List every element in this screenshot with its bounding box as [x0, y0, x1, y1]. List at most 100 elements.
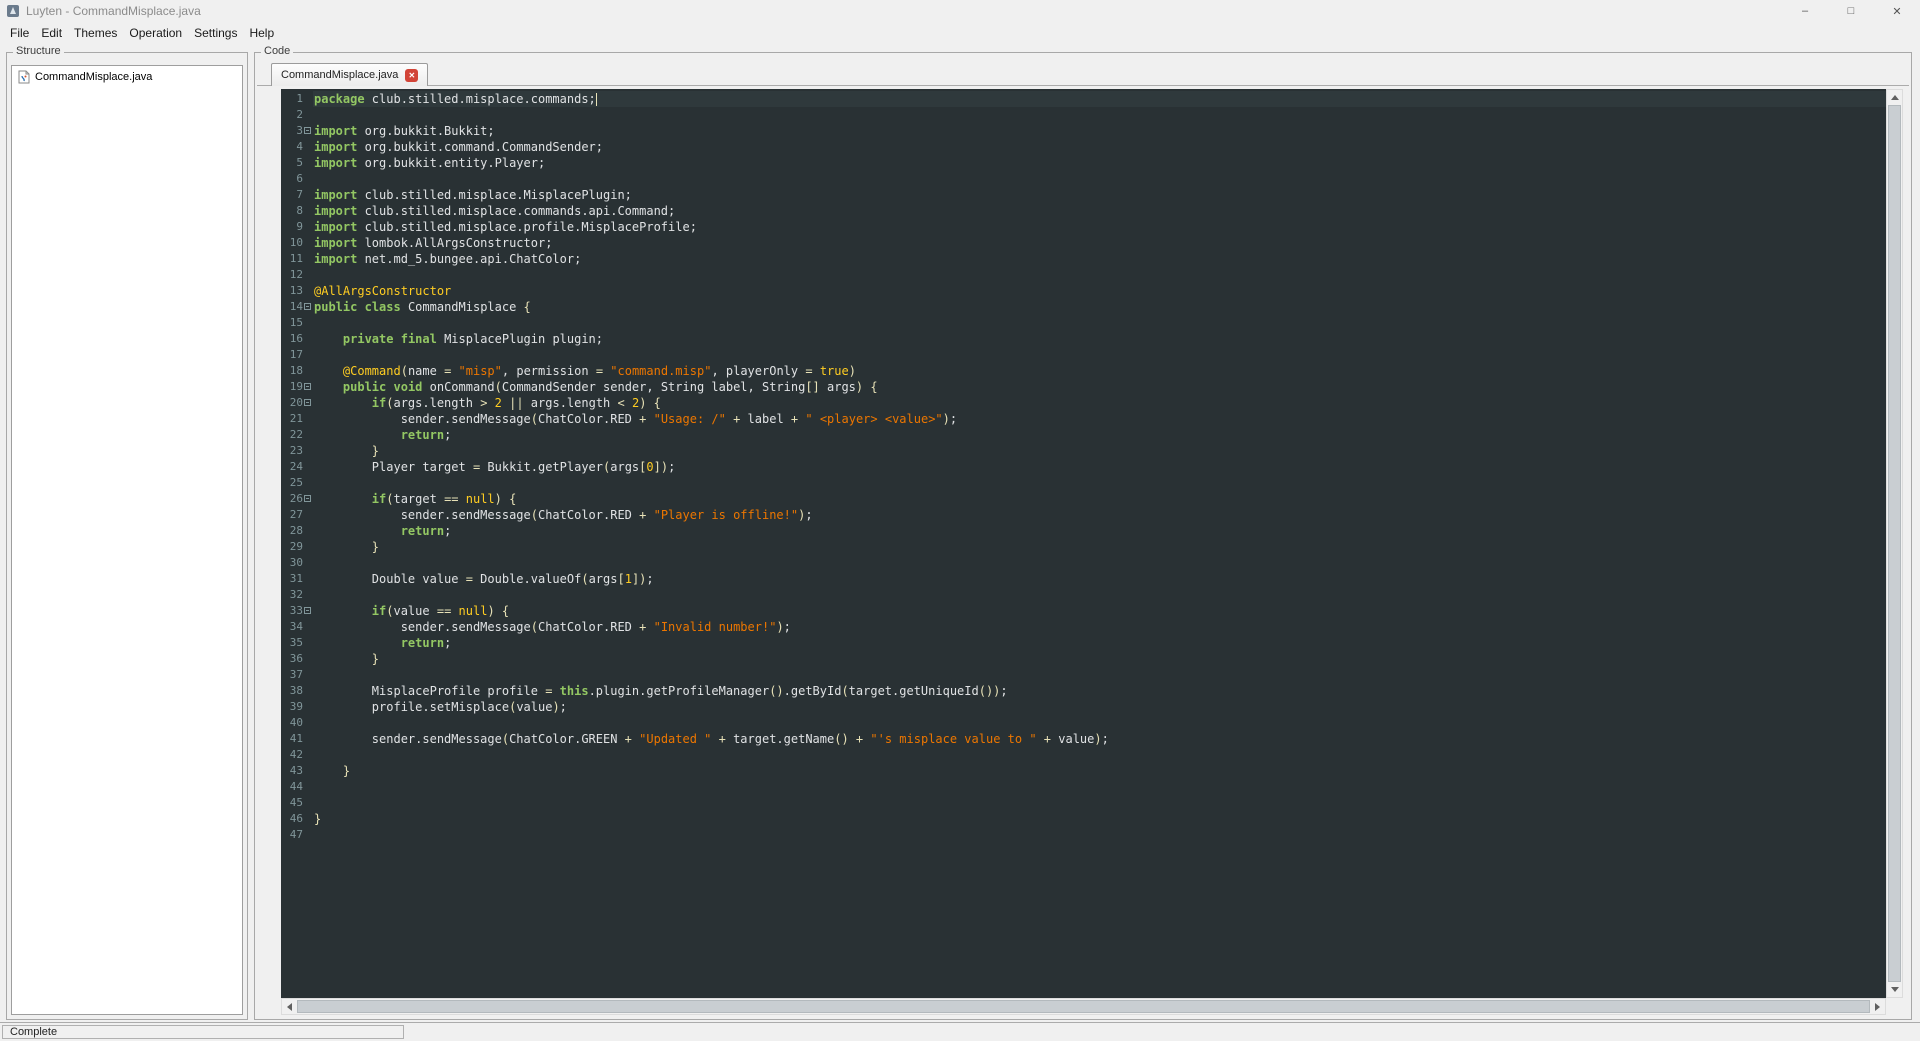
- code-line[interactable]: 20 if(args.length > 2 || args.length < 2…: [281, 395, 1886, 411]
- maximize-button[interactable]: □: [1828, 0, 1874, 22]
- fold-toggle-icon[interactable]: [304, 399, 311, 406]
- code-line[interactable]: 43 }: [281, 763, 1886, 779]
- scroll-left-button[interactable]: [282, 999, 297, 1014]
- minimize-button[interactable]: –: [1782, 0, 1828, 22]
- horizontal-scrollbar[interactable]: [281, 998, 1886, 1015]
- code-line[interactable]: 27 sender.sendMessage(ChatColor.RED + "P…: [281, 507, 1886, 523]
- line-number: 39: [289, 700, 303, 713]
- code-line[interactable]: 35 return;: [281, 635, 1886, 651]
- horizontal-scroll-thumb[interactable]: [297, 1000, 1870, 1013]
- code-line[interactable]: 10 import lombok.AllArgsConstructor;: [281, 235, 1886, 251]
- code-line[interactable]: 17: [281, 347, 1886, 363]
- code-line[interactable]: 3 import org.bukkit.Bukkit;: [281, 123, 1886, 139]
- code-text: import club.stilled.misplace.commands.ap…: [314, 204, 676, 218]
- fold-toggle-icon[interactable]: [304, 383, 311, 390]
- code-line[interactable]: 45: [281, 795, 1886, 811]
- code-line[interactable]: 1 package club.stilled.misplace.commands;: [281, 91, 1886, 107]
- menu-file[interactable]: File: [4, 23, 35, 43]
- menu-operation[interactable]: Operation: [123, 23, 188, 43]
- code-line[interactable]: 8 import club.stilled.misplace.commands.a…: [281, 203, 1886, 219]
- tab-commandmisplace[interactable]: CommandMisplace.java ✕: [271, 63, 429, 86]
- menu-themes[interactable]: Themes: [68, 23, 123, 43]
- code-lines[interactable]: 1 package club.stilled.misplace.commands;…: [281, 89, 1886, 998]
- code-line[interactable]: 30: [281, 555, 1886, 571]
- code-line[interactable]: 36 }: [281, 651, 1886, 667]
- code-line[interactable]: 7 import club.stilled.misplace.MisplacePl…: [281, 187, 1886, 203]
- code-line[interactable]: 44: [281, 779, 1886, 795]
- status-bar: Complete: [0, 1022, 1920, 1041]
- code-line[interactable]: 6: [281, 171, 1886, 187]
- tab-close-icon[interactable]: ✕: [405, 68, 419, 82]
- fold-gutter: [303, 523, 313, 539]
- code-line[interactable]: 18 @Command(name = "misp", permission = …: [281, 363, 1886, 379]
- code-line[interactable]: 2: [281, 107, 1886, 123]
- code-line[interactable]: 5 import org.bukkit.entity.Player;: [281, 155, 1886, 171]
- code-line[interactable]: 16 private final MisplacePlugin plugin;: [281, 331, 1886, 347]
- code-line[interactable]: 19 public void onCommand(CommandSender s…: [281, 379, 1886, 395]
- code-line[interactable]: 26 if(target == null) {: [281, 491, 1886, 507]
- line-number: 46: [289, 812, 303, 825]
- tree-item-commandmisplace[interactable]: CommandMisplace.java: [14, 69, 240, 85]
- code-line[interactable]: 14 public class CommandMisplace {: [281, 299, 1886, 315]
- scroll-up-button[interactable]: [1887, 90, 1902, 105]
- code-line[interactable]: 47: [281, 827, 1886, 843]
- vertical-scrollbar[interactable]: [1886, 89, 1903, 998]
- code-text: import club.stilled.misplace.profile.Mis…: [314, 220, 697, 234]
- line-number: 21: [289, 412, 303, 425]
- scroll-right-button[interactable]: [1870, 999, 1885, 1014]
- code-line[interactable]: 25: [281, 475, 1886, 491]
- fold-toggle-icon[interactable]: [304, 303, 311, 310]
- structure-tree[interactable]: CommandMisplace.java: [11, 65, 243, 1015]
- code-line[interactable]: 9 import club.stilled.misplace.profile.Mi…: [281, 219, 1886, 235]
- line-number: 6: [296, 172, 303, 185]
- code-line[interactable]: 21 sender.sendMessage(ChatColor.RED + "U…: [281, 411, 1886, 427]
- code-line[interactable]: 12: [281, 267, 1886, 283]
- code-line[interactable]: 33 if(value == null) {: [281, 603, 1886, 619]
- scroll-down-button[interactable]: [1887, 982, 1902, 997]
- line-number: 31: [289, 572, 303, 585]
- code-line[interactable]: 38 MisplaceProfile profile = this.plugin…: [281, 683, 1886, 699]
- vertical-scroll-thumb[interactable]: [1888, 105, 1901, 982]
- code-line[interactable]: 41 sender.sendMessage(ChatColor.GREEN + …: [281, 731, 1886, 747]
- code-line[interactable]: 23 }: [281, 443, 1886, 459]
- code-line[interactable]: 28 return;: [281, 523, 1886, 539]
- code-line[interactable]: 11 import net.md_5.bungee.api.ChatColor;: [281, 251, 1886, 267]
- code-line[interactable]: 34 sender.sendMessage(ChatColor.RED + "I…: [281, 619, 1886, 635]
- code-line[interactable]: 46}: [281, 811, 1886, 827]
- menu-settings[interactable]: Settings: [188, 23, 243, 43]
- fold-gutter: [303, 235, 313, 251]
- close-button[interactable]: ✕: [1874, 0, 1920, 22]
- code-line[interactable]: 15: [281, 315, 1886, 331]
- fold-toggle-icon[interactable]: [304, 127, 311, 134]
- fold-toggle-icon[interactable]: [304, 495, 311, 502]
- code-line[interactable]: 31 Double value = Double.valueOf(args[1]…: [281, 571, 1886, 587]
- code-line[interactable]: 29 }: [281, 539, 1886, 555]
- menu-edit[interactable]: Edit: [35, 23, 68, 43]
- code-text: if(value == null) {: [371, 604, 510, 618]
- code-line[interactable]: 4 import org.bukkit.command.CommandSender…: [281, 139, 1886, 155]
- fold-gutter: [303, 475, 313, 491]
- code-line[interactable]: 13 @AllArgsConstructor: [281, 283, 1886, 299]
- fold-toggle-icon[interactable]: [304, 607, 311, 614]
- code-line[interactable]: 40: [281, 715, 1886, 731]
- code-line[interactable]: 32: [281, 587, 1886, 603]
- code-line[interactable]: 39 profile.setMisplace(value);: [281, 699, 1886, 715]
- code-line[interactable]: 22 return;: [281, 427, 1886, 443]
- code-text: import org.bukkit.entity.Player;: [314, 156, 546, 170]
- code-line[interactable]: 37: [281, 667, 1886, 683]
- fold-gutter: [303, 811, 313, 827]
- fold-gutter: [303, 107, 313, 123]
- fold-gutter: [303, 219, 313, 235]
- code-text: import lombok.AllArgsConstructor;: [314, 236, 553, 250]
- code-line[interactable]: 24 Player target = Bukkit.getPlayer(args…: [281, 459, 1886, 475]
- code-text: import club.stilled.misplace.MisplacePlu…: [314, 188, 632, 202]
- fold-gutter: [303, 347, 313, 363]
- line-number: 13: [289, 284, 303, 297]
- line-number: 40: [289, 716, 303, 729]
- fold-gutter: [303, 299, 313, 315]
- menu-help[interactable]: Help: [243, 23, 280, 43]
- code-line[interactable]: 42: [281, 747, 1886, 763]
